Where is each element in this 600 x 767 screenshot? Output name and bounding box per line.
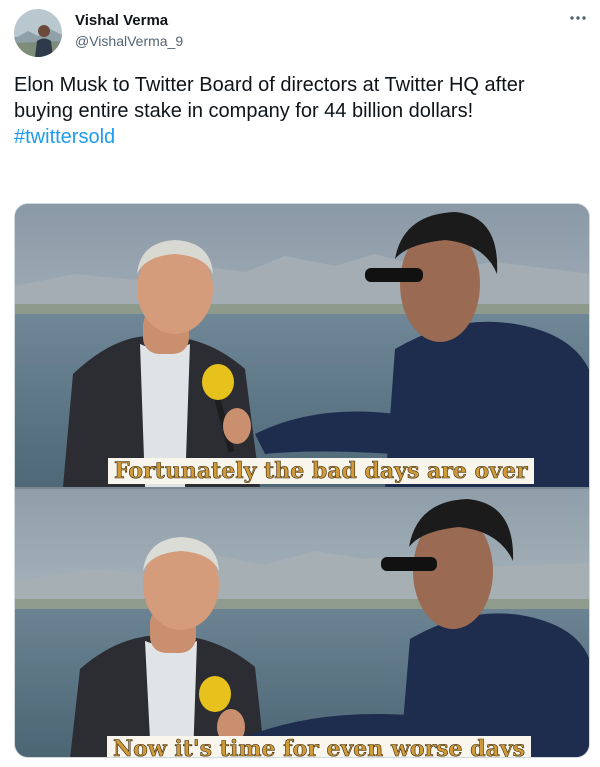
meme-caption-top: Fortunately the bad days are over — [108, 458, 534, 484]
tweet-text: Elon Musk to Twitter Board of directors … — [14, 72, 586, 150]
display-name[interactable]: Vishal Verma — [75, 12, 183, 30]
meme-panel-top: Fortunately the bad days are over — [15, 204, 589, 487]
tweet-media-image[interactable]: Fortunately the bad days are over Now it… — [14, 203, 590, 758]
hashtag-link[interactable]: #twittersold — [14, 124, 586, 150]
tweet-body: Elon Musk to Twitter Board of directors … — [14, 74, 525, 122]
author-info: Vishal Verma @VishalVerma_9 — [75, 12, 183, 50]
more-options-button[interactable] — [566, 6, 590, 30]
avatar[interactable] — [14, 9, 62, 57]
tweet: Vishal Verma @VishalVerma_9 Elon Musk to… — [0, 0, 600, 767]
user-handle[interactable]: @VishalVerma_9 — [75, 32, 183, 50]
meme-caption-bottom: Now it's time for even worse days — [107, 736, 532, 757]
ellipsis-icon — [570, 16, 586, 20]
meme-photo-top — [15, 204, 589, 487]
meme-photo-bottom — [15, 489, 589, 757]
meme-panel-bottom — [15, 489, 589, 757]
